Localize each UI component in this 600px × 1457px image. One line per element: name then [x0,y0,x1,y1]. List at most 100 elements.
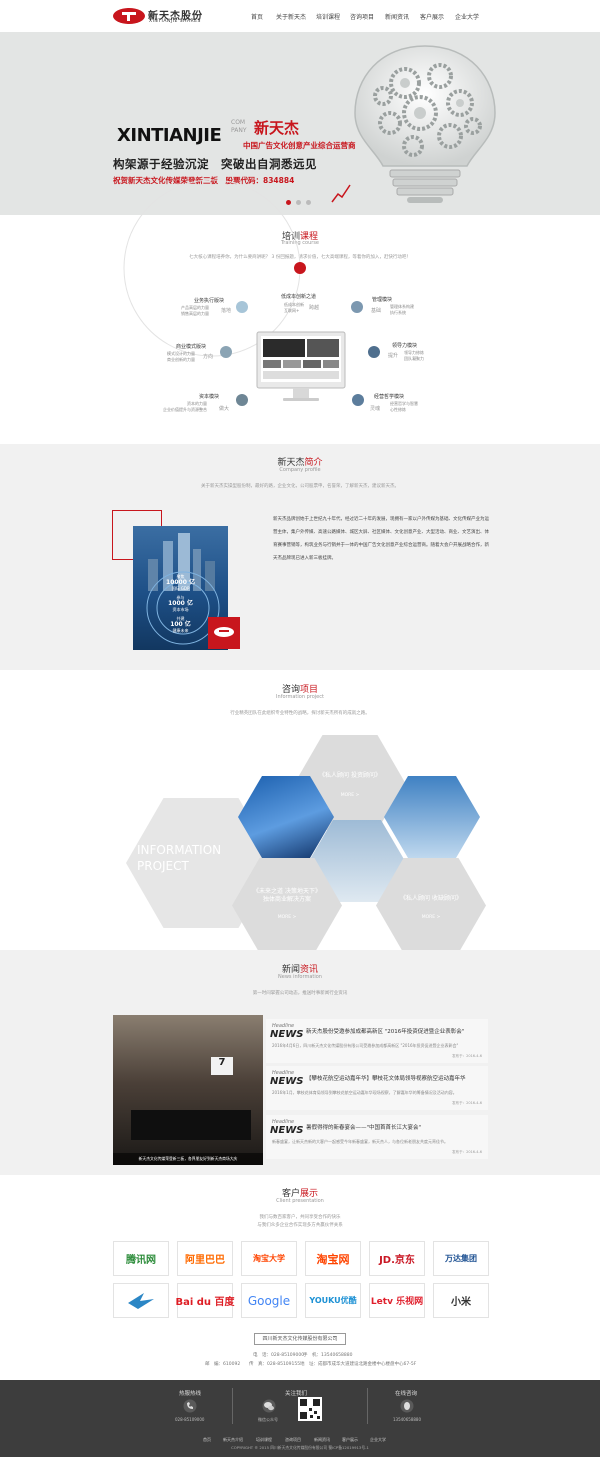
client-logo-letv[interactable]: Letv 乐视网 [369,1283,425,1318]
banner-com: COM PANY [231,119,247,135]
footer-nav-consult[interactable]: 咨询项目 [285,1437,301,1443]
news-item[interactable]: Headline NEWS 暑假得得的新春宴会——"中国首首长江大宴会" 新春盛… [266,1115,488,1159]
carousel-dot-3[interactable] [306,200,311,205]
training-node-capital[interactable] [236,394,248,406]
news-item-title[interactable]: 暑假得得的新春宴会——"中国首首长江大宴会" [306,1123,421,1131]
client-logo-google[interactable]: Google [241,1283,297,1318]
footer-nav-university[interactable]: 企业大学 [370,1437,386,1443]
training-node-text: 低成本创新 互联网+ [284,302,304,313]
footer-hotline[interactable]: 028-85109000 [175,1417,204,1422]
news-item[interactable]: Headline NEWS 【攀枝花航空运动嘉年华】攀枝花文体局领导视察航空运动… [266,1066,488,1110]
footer-qq[interactable]: 13540658880 [393,1417,421,1422]
consult-title-en: Information project [276,694,324,700]
contact-zip: 邮 编：610092 [205,1362,241,1367]
nav-consult[interactable]: 咨询项目 [350,12,374,21]
training-node-text: 产品高层的力量 销售高层的力量 [181,305,209,316]
book-u2: 资本市场 [172,607,189,612]
banner-subtitle: 中国广告文化创意产业综合运营商 [243,141,356,150]
hex-3-text: 《私人顾问 收缺顾问》 [400,895,462,902]
client-logo-xiaomi[interactable]: 小米 [433,1283,489,1318]
training-node-title: 业务执行版块 [194,298,225,304]
footer-nav-about[interactable]: 新天杰介绍 [223,1437,243,1443]
contact-fax: 传 真：028-85109155 [249,1362,301,1367]
footer-nav-home[interactable]: 首页 [203,1437,211,1443]
banner-listed: 祝贺新天杰文化传媒荣登新三板 股票代码：834884 [113,176,295,185]
training-node-title: 经营哲学模块 [374,394,405,400]
stage-screen [131,1110,251,1140]
nav-home[interactable]: 首页 [251,12,263,21]
training-node-tag: 落地 [221,308,232,314]
training-node-text: 模式设计的力量 商业创新的力量 [167,351,195,362]
news-title-en: News information [278,974,322,980]
hex-2-more[interactable]: MORE > [237,915,337,920]
header: 新天杰股份 XINTIANJIE SHARES 首页 关于新天杰 培训课程 咨询… [0,0,600,32]
nav-about[interactable]: 关于新天杰 [276,12,306,21]
carousel-dot-1[interactable] [286,200,291,205]
news-item-title[interactable]: 新天杰股份受邀参加成都高新区 "2016年投资促进暨企业表彰会" [306,1027,464,1035]
footer: 热服热线 028-85109000 关注我们 微信公众号 在线咨询 135406… [0,1380,600,1457]
training-node-tag: 基础 [371,308,382,314]
news-logo-news: NEWS [270,1076,304,1087]
training-node-philosophy[interactable] [352,394,364,406]
carousel-dot-2[interactable] [296,200,301,205]
client-logo-alibaba[interactable]: 阿里巴巴 [177,1241,233,1276]
logo-badge-icon [208,617,240,649]
client-logo-wanda[interactable]: 万达集团 [433,1241,489,1276]
client-logo-bird[interactable] [113,1283,169,1318]
news-item-title[interactable]: 【攀枝花航空运动嘉年华】攀枝花文体局领导视察航空运动嘉年华 [306,1074,466,1082]
training-node-exec[interactable] [236,301,248,313]
phone-icon [183,1399,197,1413]
training-node-tag: 方向 [203,354,214,360]
hex-big-text: INFORMATION PROJECT [137,843,222,873]
client-logo-jd[interactable]: JD.京东 [369,1241,425,1276]
news-item-desc: 2016年4月6日，四川新天杰文化传媒股份有限公司受邀参加成都高新区 "2016… [272,1043,459,1048]
footer-nav-training[interactable]: 培训课程 [256,1437,272,1443]
training-node-model[interactable] [220,346,232,358]
contact-address: 地 址：成都市成华大道建设北路金楼中心楼盘中心67-5F [300,1362,417,1367]
monitor-illustration [256,331,346,401]
nav-clients[interactable]: 客户展示 [420,12,444,21]
consult-desc: 行业精英团队在此组织专业特性的战略，探讨新天杰所有的成就之路。 [230,711,370,716]
training-node-leadership[interactable] [368,346,380,358]
nav-training[interactable]: 培训课程 [316,12,340,21]
news-item-date: 发布于：2016-4-6 [452,1101,482,1105]
client-logo-taobao-university[interactable]: 淘宝大学 [241,1241,297,1276]
bird-icon [128,1292,154,1309]
logo-icon[interactable] [113,8,145,24]
news-item-desc: 新春盛宴，让新天杰新的大客户一起感受今年新春盛宴，新天杰人，与各位新老朋友共度元… [272,1139,448,1144]
client-logo-baidu[interactable]: Bai du 百度 [175,1283,235,1318]
training-node-tag: 跨越 [309,305,320,311]
book-u1: 国际 GDP [171,586,190,591]
training-node-text: 管理体系构建 执行系统 [390,304,414,315]
banner-title-en: XINTIANJIE [117,125,222,146]
training-node-tag: 提升 [388,353,399,359]
footer-wechat-label: 微信公众号 [258,1417,278,1422]
banner-slogan: 构架源于经验沉淀 突破出自洞悉远见 [113,157,317,171]
news-item[interactable]: Headline NEWS 新天杰股份受邀参加成都高新区 "2016年投资促进暨… [266,1019,488,1063]
trend-arrow-icon [331,184,351,203]
clients-desc-2: 与我们众多企业合作实现多方共赢伙伴关系 [257,1223,343,1228]
training-node-top[interactable] [294,262,306,274]
client-logo-youku[interactable]: YOUKU优酷 [305,1283,361,1318]
news-photo[interactable]: 7 新天杰文化传媒荣登新三板，各界朋友好到新天杰商场大庆 [113,1015,263,1165]
news-item-desc: 2016年1月，攀枝花体育局领导到攀枝花航空运动嘉年华现场视察，了解嘉年华的筹备… [272,1090,457,1095]
training-desc: 七大核心课程培养你，为什么要商讲呢？ 3 份回报题，请求价值，七大高端课程，等着… [189,255,411,260]
training-node-title: 低成本创新之道 [281,294,317,300]
footer-follow-title: 关注我们 [285,1391,308,1397]
training-title-en: Training course [280,240,320,246]
training-node-text: 经营哲学与智慧 心性修炼 [390,401,418,412]
client-logo-taobao[interactable]: 淘宝网 [305,1241,361,1276]
contact-company: 四川新天杰文化传媒股份有限公司 [254,1333,346,1345]
hex-3-more[interactable]: MORE > [381,915,481,920]
footer-online-title: 在线咨询 [395,1391,418,1397]
client-logo-tencent[interactable]: 腾讯网 [113,1241,169,1276]
nav-news[interactable]: 新闻资讯 [385,12,409,21]
hero-banner[interactable]: XINTIANJIE COM PANY 新天杰 中国广告文化创意产业综合运营商 构… [0,32,600,215]
footer-nav-clients[interactable]: 客户展示 [342,1437,358,1443]
qq-icon[interactable] [400,1399,414,1413]
footer-nav-news[interactable]: 新闻资讯 [314,1437,330,1443]
training-node-management[interactable] [351,301,363,313]
hex-1-text: 《私人顾问 投资顾问》 [319,772,381,779]
nav-university[interactable]: 企业大学 [455,12,479,21]
banner-title-cn: 新天杰 [254,119,300,137]
